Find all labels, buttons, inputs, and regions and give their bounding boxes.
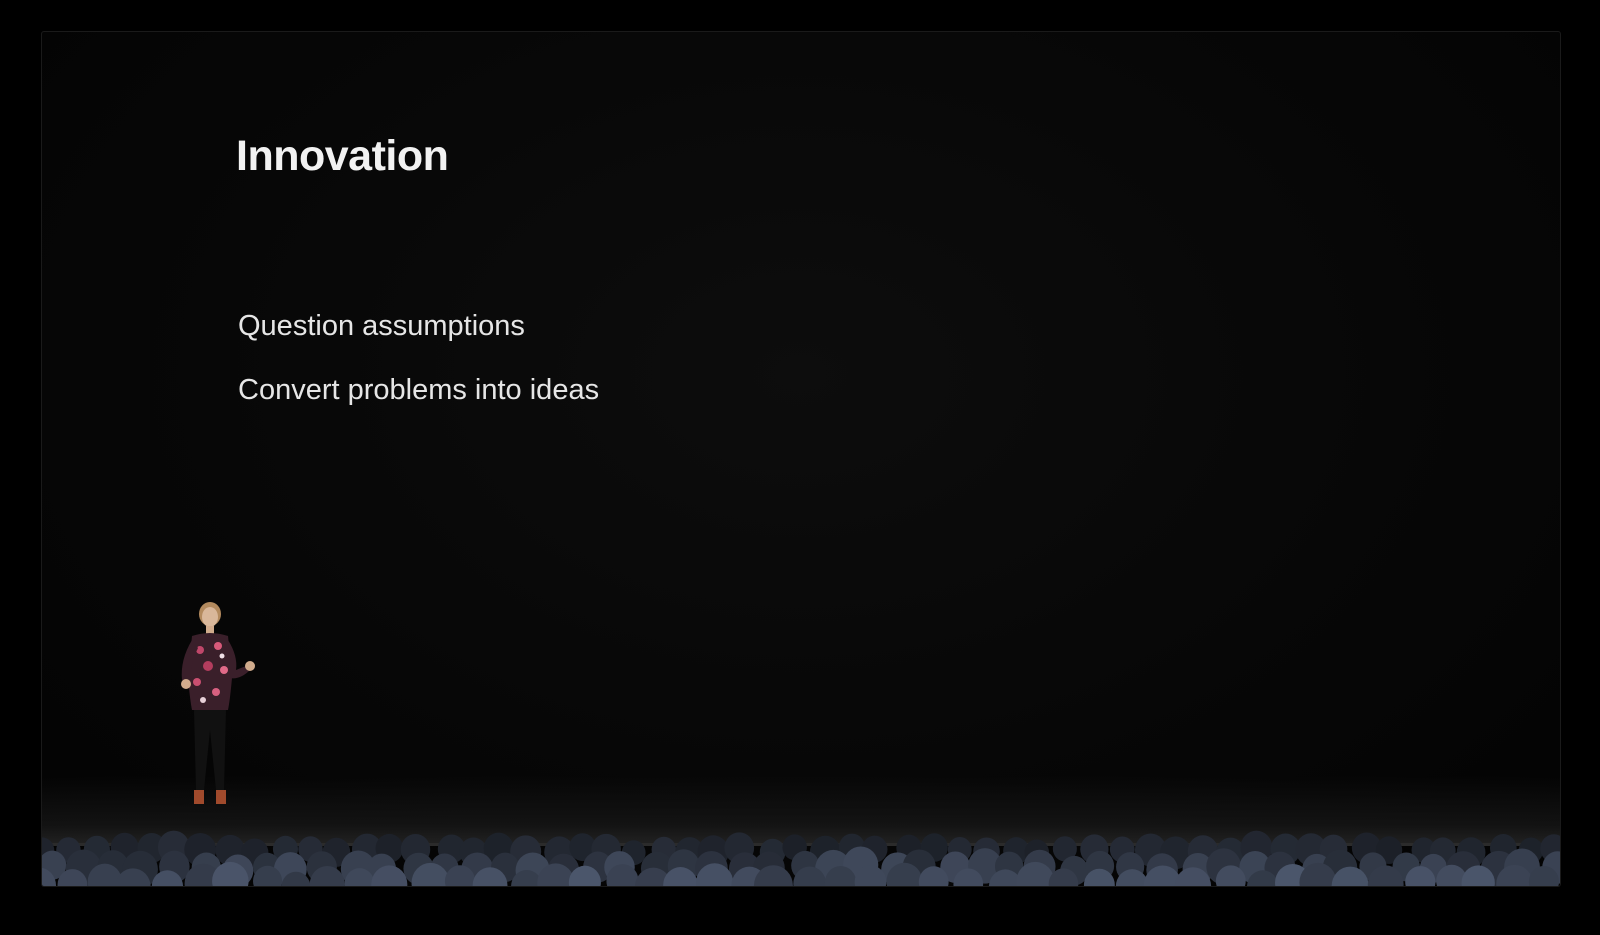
video-frame[interactable]: Innovation Question assumptions Convert … — [41, 31, 1561, 887]
audience-silhouettes — [42, 830, 1560, 886]
slide-title: Innovation — [236, 132, 449, 180]
presenter-figure — [181, 602, 255, 804]
bullet-item: Convert problems into ideas — [238, 374, 600, 406]
bullet-list: Question assumptions Convert problems in… — [238, 294, 599, 422]
bullet-item: Question assumptions — [238, 310, 525, 342]
